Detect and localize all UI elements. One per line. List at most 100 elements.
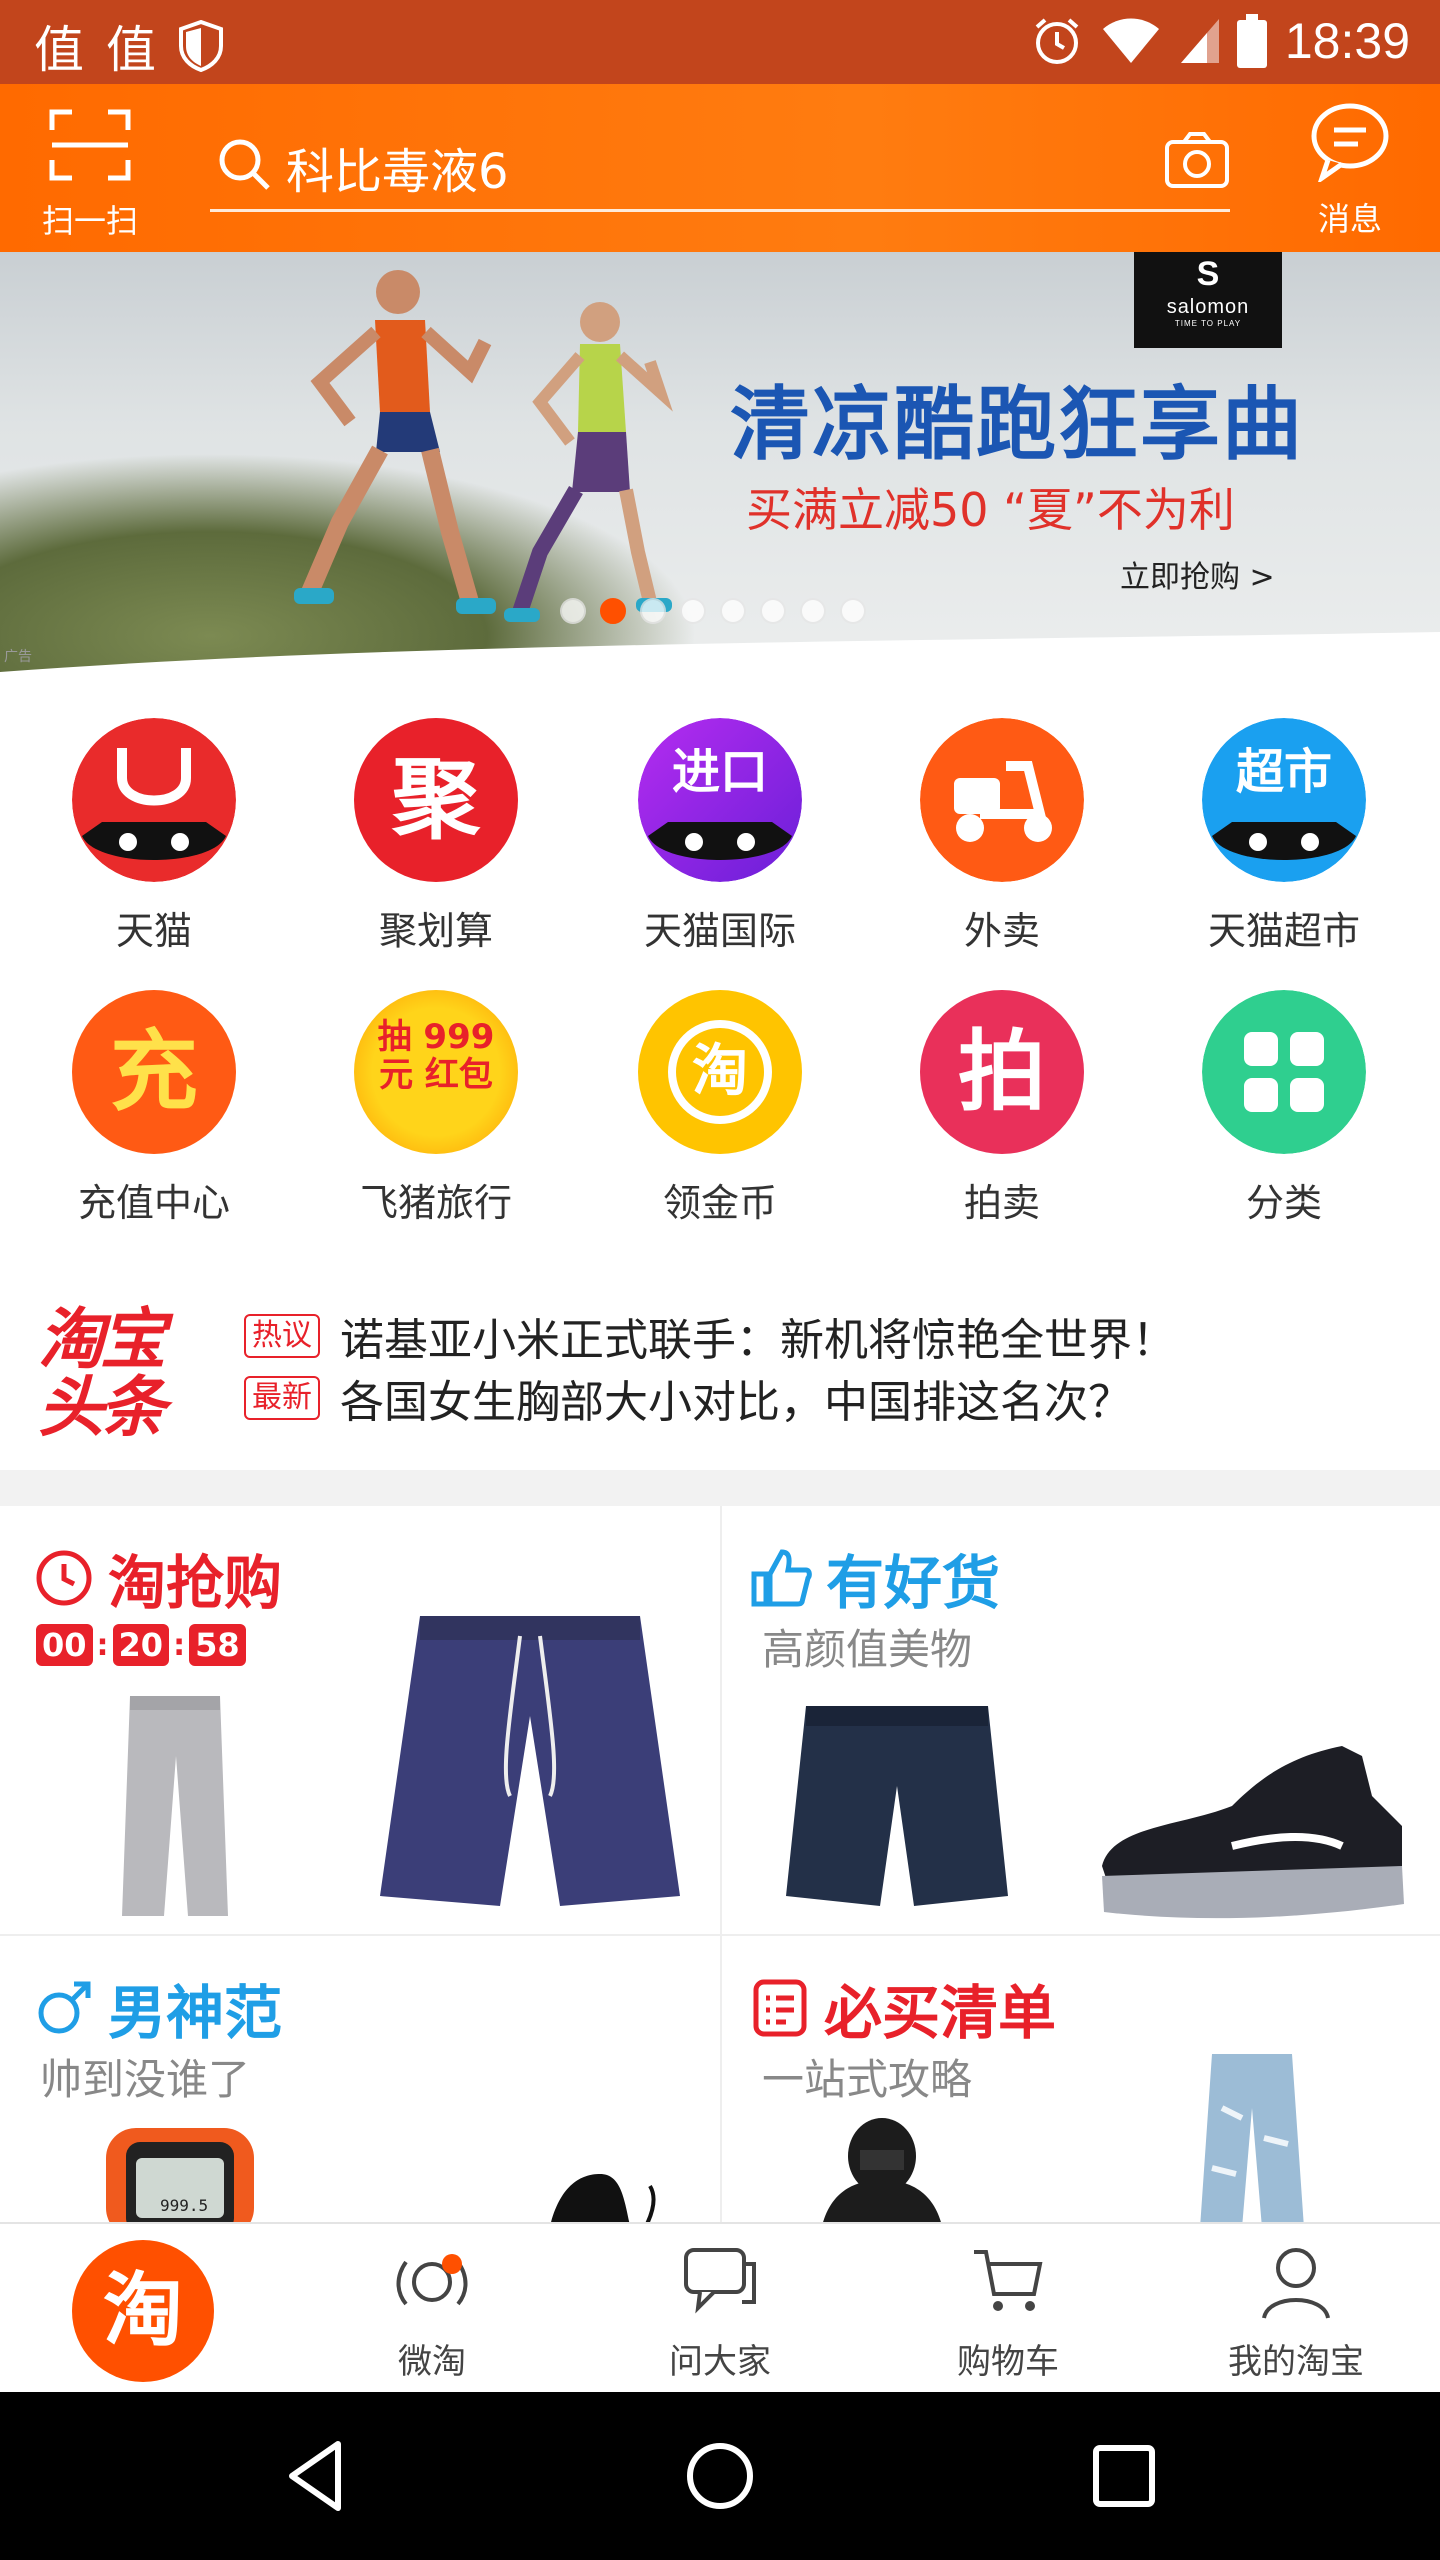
category-tmall-global[interactable]: 进口 天猫国际 [590,700,850,960]
salomon-logo: S salomon TIME TO PLAY [1134,252,1282,348]
headline-tag: 热议 [244,1314,320,1358]
chat-bubbles-icon [684,2248,756,2314]
carousel-dot[interactable] [840,598,866,624]
category-label: 充值中心 [77,1181,230,1225]
carousel-dot-active[interactable] [600,598,626,624]
category-grid: 天猫 聚 聚划算 进口 天猫国际 外卖 超市 天猫超市 充 充值中心 抽 999… [0,700,1440,1240]
scan-button[interactable]: 扫一扫 [30,100,150,240]
clock-icon [36,1550,92,1606]
status-bar: 值 值 18:39 [0,0,1440,84]
card-flash-sale[interactable]: 淘抢购 00 : 20 : 58 [0,1506,720,1936]
category-auction[interactable]: 拍 拍卖 [872,972,1132,1232]
category-recharge[interactable]: 充 充值中心 [24,972,284,1232]
tab-home[interactable]: 淘 [0,2224,288,2394]
app-notification-glyph: 值 [106,21,156,79]
system-navigation-bar [0,2392,1440,2560]
card-divider-horizontal [0,1934,1440,1936]
banner-cta-link[interactable]: 立即抢购 > [1120,552,1275,596]
countdown-minutes: 20 [112,1624,170,1666]
category-label: 外卖 [963,909,1040,953]
category-tmall[interactable]: 天猫 [24,700,284,960]
grey-pants-product-image [122,1696,228,1916]
taobao-headlines[interactable]: 淘宝头条 热议 诺基亚小米正式联手：新机将惊艳全世界！ 最新 各国女生胸部大小对… [0,1280,1440,1470]
card-menswear[interactable]: 男神范 帅到没谁了 999.5 [0,1936,720,2222]
sneaker-product-image [1102,1746,1404,1919]
app-notification-glyph: 值 [34,21,84,79]
category-tmall-supermarket[interactable]: 超市 天猫超市 [1154,700,1414,960]
banner-bottom-curve [0,632,1440,682]
promo-banner[interactable]: S salomon TIME TO PLAY 清凉酷跑狂享曲 买满立减50 “夏… [0,252,1440,682]
category-label: 领金币 [662,1181,777,1225]
countdown-timer: 00 : 20 : 58 [36,1624,246,1666]
category-label: 飞猪旅行 [359,1181,512,1225]
cell-signal-icon [1180,19,1219,63]
category-all[interactable]: 分类 [1154,972,1414,1232]
home-circle-icon[interactable] [680,2436,760,2516]
ad-label: 广告 [4,649,32,665]
wifi-icon [1102,18,1159,63]
recents-square-icon[interactable] [1084,2436,1164,2516]
category-fliggy[interactable]: 抽 999元 红包 飞猪旅行 [306,972,566,1232]
denim-shorts-product-image [786,1706,1008,1906]
tab-label: 购物车 [957,2342,1059,2382]
ripped-jeans-product-image [1200,2054,1304,2222]
category-gold-coins[interactable]: 淘 领金币 [590,972,850,1232]
headline-text[interactable]: 诺基亚小米正式联手：新机将惊艳全世界！ [340,1304,1176,1368]
back-icon[interactable] [278,2436,358,2516]
headline-item[interactable]: 最新 各国女生胸部大小对比，中国排这名次？ [244,1368,1132,1428]
battery-icon [1236,14,1267,68]
male-symbol-icon [38,1981,91,2034]
headline-text[interactable]: 各国女生胸部大小对比，中国排这名次？ [340,1366,1132,1430]
card-must-buy[interactable]: 必买清单 一站式攻略 [722,1936,1440,2222]
countdown-hours: 00 [36,1624,93,1666]
search-bar[interactable]: 科比毒液6 [210,120,1230,212]
card-subtitle: 高颜值美物 [762,1625,973,1674]
card-subtitle: 一站式攻略 [762,2055,973,2104]
messages-button[interactable]: 消息 [1300,98,1400,238]
category-takeout[interactable]: 外卖 [872,700,1132,960]
category-label: 聚划算 [378,909,493,953]
tab-label: 问大家 [669,2342,771,2382]
tmall-cat-icon [72,718,236,882]
brand-tagline: TIME TO PLAY [1174,319,1242,328]
card-title: 必买清单 [824,1979,1057,2047]
thumbs-up-icon [751,1549,812,1607]
carousel-dot[interactable] [560,598,586,624]
tmall-global-glyph: 进口 [671,744,768,800]
taobao-home-icon[interactable]: 淘 [72,2240,214,2382]
message-bubble-icon [1311,103,1389,182]
search-input[interactable]: 科比毒液6 [286,132,509,202]
carousel-dot[interactable] [760,598,786,624]
camera-icon[interactable] [1164,130,1230,190]
headline-item[interactable]: 热议 诺基亚小米正式联手：新机将惊艳全世界！ [244,1306,1176,1366]
watch-display-reading: 999.5 [160,2196,209,2215]
tab-cart[interactable]: 购物车 [864,2224,1152,2394]
taobao-headlines-logo: 淘宝头条 [38,1301,166,1446]
card-good-stuff[interactable]: 有好货 高颜值美物 [722,1506,1440,1936]
tab-label: 微淘 [398,2342,466,2382]
runner-man-illustration [294,270,496,614]
weitao-icon [396,2254,468,2306]
category-label: 天猫 [115,909,192,953]
carousel-dots[interactable] [560,598,866,624]
tab-my-taobao[interactable]: 我的淘宝 [1152,2224,1440,2394]
scan-label: 扫一扫 [41,202,138,240]
category-grid-icon [1202,990,1366,1154]
headline-tag: 最新 [244,1376,320,1420]
tab-weitao[interactable]: 微淘 [288,2224,576,2394]
card-divider-vertical [720,1506,722,2226]
category-juhuasuan[interactable]: 聚 聚划算 [306,700,566,960]
category-label: 天猫超市 [1207,909,1360,953]
clock-time: 18:39 [1284,13,1410,69]
banner-title: 清凉酷跑狂享曲 [730,378,1304,471]
carousel-dot[interactable] [800,598,826,624]
tab-ask-everyone[interactable]: 问大家 [576,2224,864,2394]
gold-coin-icon: 淘 [638,990,802,1154]
carousel-dot[interactable] [680,598,706,624]
supermarket-glyph: 超市 [1235,744,1332,800]
bottom-tab-bar: 淘 微淘 问大家 购物车 我的淘宝 [0,2222,1440,2392]
carousel-dot[interactable] [720,598,746,624]
card-title: 男神范 [108,1979,283,2047]
carousel-dot[interactable] [640,598,666,624]
scooter-icon [920,718,1084,882]
